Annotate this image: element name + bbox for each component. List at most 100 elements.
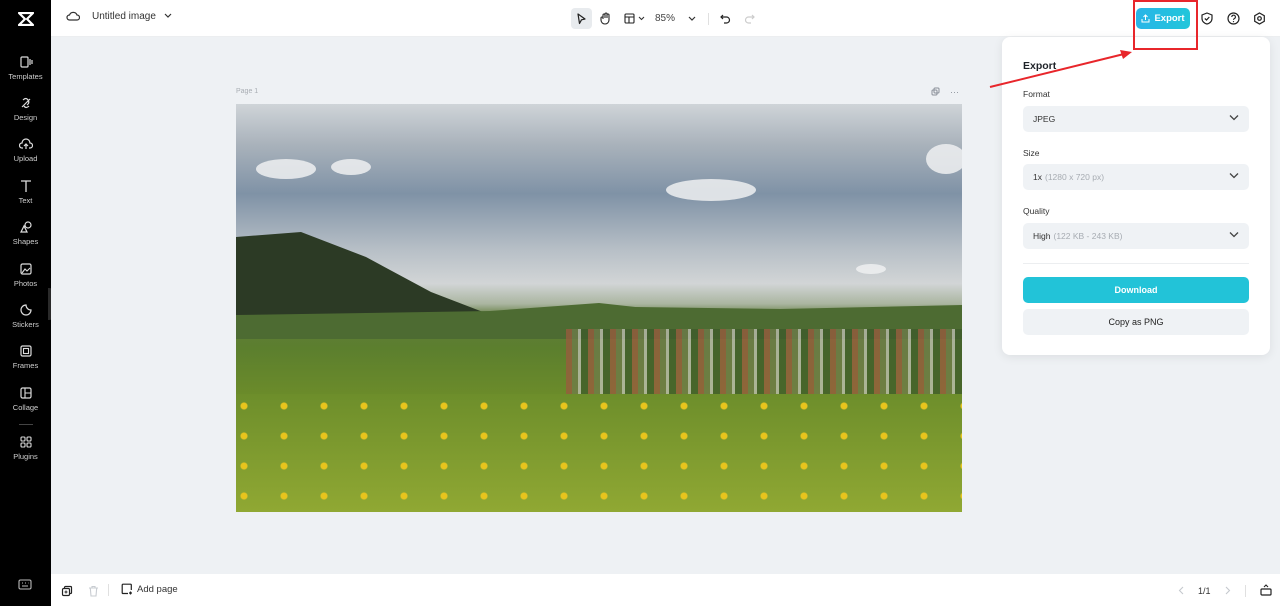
document-title[interactable]: Untitled image [66, 10, 172, 22]
quality-select[interactable]: High (122 KB - 243 KB) [1023, 223, 1249, 249]
sidebar-item-label: Collage [12, 403, 39, 412]
sidebar-item-photos[interactable]: Photos [0, 262, 51, 288]
sidebar-item-label: Frames [12, 361, 39, 370]
page-label: Page 1 [236, 88, 259, 95]
duplicate-page-button[interactable] [931, 87, 940, 98]
canvas-tools: 85% [571, 8, 760, 29]
zoom-dropdown-button[interactable] [681, 8, 702, 29]
cloud [856, 264, 886, 274]
size-detail: (1280 x 720 px) [1044, 172, 1105, 182]
keyboard-icon [18, 579, 32, 590]
security-button[interactable] [1201, 12, 1213, 30]
sidebar-item-text[interactable]: Text [0, 179, 51, 205]
chevron-down-icon [1229, 115, 1239, 121]
copy-as-png-button[interactable]: Copy as PNG [1023, 309, 1249, 335]
canvas-image[interactable] [236, 104, 962, 512]
keyboard-shortcuts-button[interactable] [18, 578, 32, 596]
add-page-icon [121, 583, 132, 595]
format-value: JPEG [1033, 114, 1056, 124]
chevron-down-icon [688, 16, 695, 21]
sidebar-item-frames[interactable]: Frames [0, 344, 51, 370]
add-page-button[interactable]: Add page [121, 583, 178, 595]
plugins-icon [19, 436, 32, 448]
format-select[interactable]: JPEG [1023, 106, 1249, 132]
trash-icon [89, 585, 98, 597]
sidebar-item-label: Photos [13, 279, 38, 288]
sidebar-item-templates[interactable]: Templates [0, 55, 51, 81]
add-page-label: Add page [137, 583, 178, 595]
export-icon [1141, 14, 1150, 23]
sidebar-item-upload[interactable]: Upload [0, 137, 51, 163]
quality-value: High [1033, 231, 1051, 241]
cloud [331, 159, 371, 175]
layout-icon [624, 13, 635, 24]
capcut-logo[interactable] [0, 0, 51, 37]
settings-button[interactable] [1253, 12, 1266, 30]
toolbar-divider [708, 12, 710, 25]
collage-icon [19, 387, 32, 399]
meadow [236, 394, 962, 512]
export-button[interactable]: Export [1136, 8, 1190, 29]
templates-icon [19, 56, 33, 68]
sidebar-item-label: Text [18, 196, 33, 205]
page-more-button[interactable]: ··· [950, 87, 959, 98]
export-panel-title: Export [1023, 60, 1057, 72]
delete-page-button[interactable] [88, 584, 99, 602]
zoom-level[interactable]: 85% [655, 13, 675, 24]
redo-icon [744, 14, 755, 24]
quality-label: Quality [1023, 206, 1050, 216]
pages-panel-icon [1259, 584, 1272, 596]
download-button[interactable]: Download [1023, 277, 1249, 303]
frames-icon [19, 345, 32, 357]
bottom-divider [108, 584, 109, 596]
sidebar-item-design[interactable]: Design [0, 96, 51, 122]
text-icon [20, 180, 31, 192]
sidebar-item-label: Stickers [12, 320, 39, 329]
panel-divider [1023, 263, 1249, 264]
chevron-right-icon [1225, 586, 1230, 594]
cloud [256, 159, 316, 179]
undo-button[interactable] [715, 8, 736, 29]
size-select[interactable]: 1x (1280 x 720 px) [1023, 164, 1249, 190]
sidebar-item-label: Templates [8, 72, 43, 81]
next-page-button[interactable] [1225, 586, 1231, 597]
upload-cloud-icon [18, 138, 33, 149]
pager-divider [1244, 585, 1246, 597]
sidebar-item-plugins[interactable]: Plugins [0, 435, 51, 461]
pointer-icon [577, 12, 586, 24]
document-title-text: Untitled image [92, 10, 156, 22]
undo-icon [720, 14, 731, 24]
size-value: 1x [1033, 172, 1042, 182]
chevron-down-icon [1229, 173, 1239, 179]
cloud-sync-icon [66, 11, 80, 21]
page-indicator: 1/1 [1198, 586, 1211, 596]
redo-button[interactable] [739, 8, 760, 29]
prev-page-button[interactable] [1178, 586, 1184, 597]
chevron-down-icon [1229, 232, 1239, 238]
chevron-down-icon [164, 13, 172, 18]
sidebar-item-shapes[interactable]: Shapes [0, 220, 51, 246]
sidebar-item-label: Design [13, 113, 38, 122]
collapse-pages-button[interactable] [1259, 584, 1272, 598]
gear-icon [1254, 12, 1265, 25]
layout-dropdown-button[interactable] [624, 8, 645, 29]
bottom-bar: Add page 1/1 [51, 574, 1280, 606]
help-button[interactable] [1227, 12, 1240, 30]
export-panel: Export Format JPEG Size 1x (1280 x 720 p… [1002, 37, 1270, 355]
hand-icon [599, 12, 610, 25]
sidebar-item-stickers[interactable]: Stickers [0, 303, 51, 329]
duplicate-page-button[interactable] [61, 584, 73, 602]
shapes-icon [19, 221, 32, 233]
photos-icon [19, 263, 32, 275]
shield-check-icon [1201, 12, 1213, 25]
cloud [926, 144, 962, 174]
select-tool-button[interactable] [571, 8, 592, 29]
sidebar-item-label: Plugins [13, 452, 38, 461]
hand-tool-button[interactable] [595, 8, 616, 29]
duplicate-icon [931, 87, 940, 96]
design-icon [21, 97, 30, 109]
sidebar-item-collage[interactable]: Collage [0, 386, 51, 412]
page-actions: ··· [931, 87, 959, 98]
export-button-label: Export [1154, 13, 1185, 24]
chevron-down-icon [638, 16, 645, 21]
